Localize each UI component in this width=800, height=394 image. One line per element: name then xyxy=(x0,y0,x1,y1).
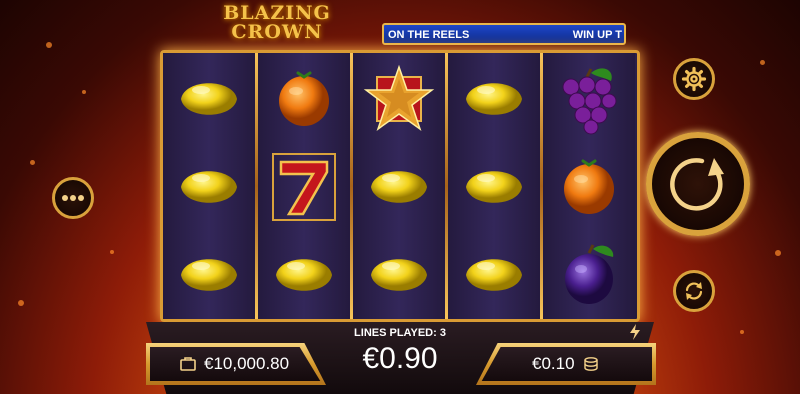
sparkle xyxy=(760,60,765,65)
symbol-lemon xyxy=(448,55,540,143)
symbol-orange xyxy=(543,143,635,231)
lines-played-label: LINES PLAYED: 3 xyxy=(354,327,446,339)
sparkle xyxy=(18,300,24,306)
symbol-lemon xyxy=(353,143,445,231)
balance-panel: €10,000.80 xyxy=(146,343,326,385)
symbol-orange xyxy=(258,55,350,143)
symbol-lemon xyxy=(258,231,350,319)
sparkle xyxy=(110,250,114,254)
logo-line2: CROWN xyxy=(231,21,323,43)
symbol-lemon xyxy=(163,143,255,231)
reel-1 xyxy=(163,53,255,319)
symbol-lemon xyxy=(353,231,445,319)
symbol-lemon xyxy=(448,231,540,319)
info-ticker: ON THE REELS WIN UP T xyxy=(382,23,626,45)
reel-2 xyxy=(258,53,350,319)
autoplay-icon xyxy=(685,282,703,300)
symbol-plum xyxy=(543,231,635,319)
spin-button[interactable] xyxy=(646,132,750,236)
total-bet-value: €0.90 xyxy=(362,342,438,375)
reel-frame xyxy=(160,50,640,322)
stake-value: €0.10 xyxy=(532,354,575,373)
stake-panel[interactable]: €0.10 xyxy=(476,343,656,385)
balance-value: €10,000.80 xyxy=(204,354,290,373)
wallet-icon xyxy=(180,357,196,371)
sparkle xyxy=(46,42,52,48)
ticker-left-text: ON THE REELS xyxy=(388,29,470,41)
sparkle xyxy=(82,90,86,94)
reel-4 xyxy=(448,53,540,319)
more-icon xyxy=(62,195,84,201)
lightning-icon[interactable] xyxy=(628,324,642,340)
symbol-lemon xyxy=(163,55,255,143)
autoplay-button[interactable] xyxy=(673,270,715,312)
settings-button[interactable] xyxy=(673,58,715,100)
symbol-grapes xyxy=(543,55,635,143)
symbol-lemon xyxy=(448,143,540,231)
menu-button[interactable] xyxy=(52,177,94,219)
reel-5 xyxy=(543,53,635,319)
coins-icon xyxy=(583,357,598,371)
ticker-right-text: WIN UP T xyxy=(572,29,622,41)
gear-icon xyxy=(681,66,707,92)
symbol-star xyxy=(353,55,445,143)
symbol-seven xyxy=(258,143,350,231)
reel-3 xyxy=(353,53,445,319)
sparkle xyxy=(30,160,35,165)
spin-icon xyxy=(670,158,724,211)
sparkle xyxy=(775,250,781,256)
game-logo: BLAZING CROWN xyxy=(212,4,342,42)
symbol-lemon xyxy=(163,231,255,319)
